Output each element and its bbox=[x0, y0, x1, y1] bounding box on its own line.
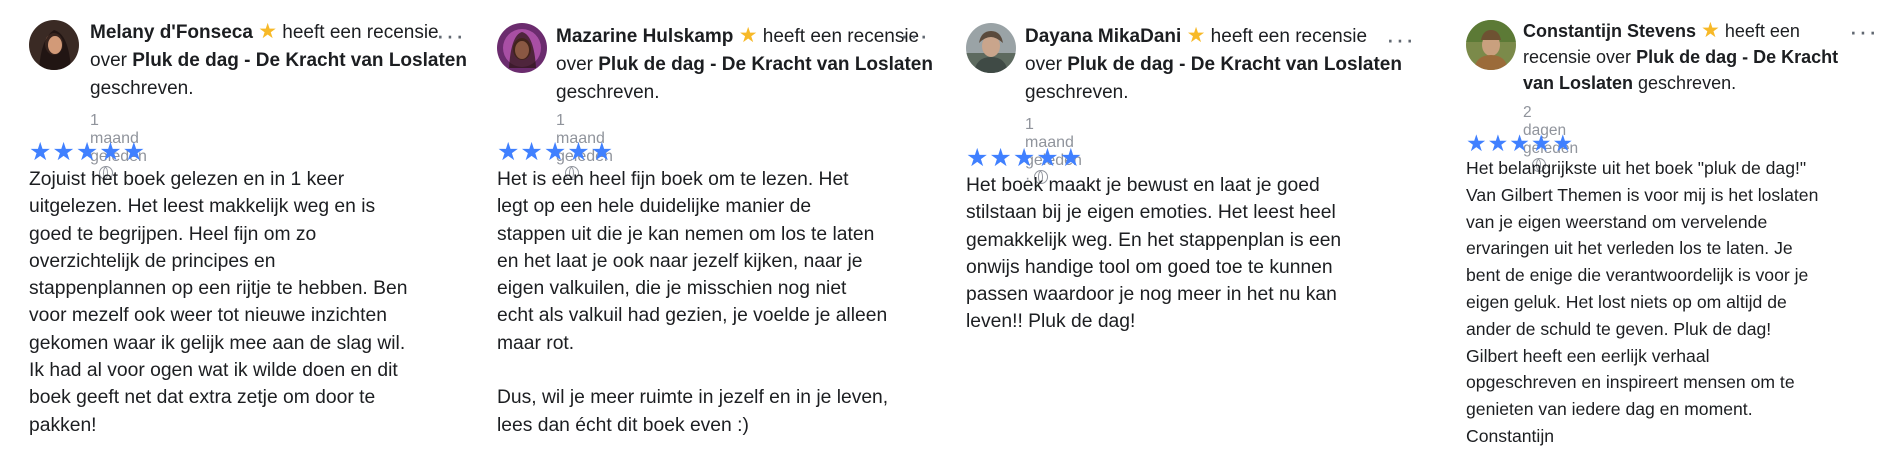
rating-stars: ★★★★★ bbox=[966, 144, 1084, 172]
more-options-button[interactable]: ··· bbox=[436, 22, 465, 48]
reviewer-name[interactable]: Melany d'Fonseca bbox=[90, 22, 253, 43]
review-text: Zojuist het boek gelezen en in 1 keer ui… bbox=[29, 169, 408, 436]
review-header: Dayana MikaDani ★ heeft een recensie ove… bbox=[1025, 24, 1402, 103]
more-options-button[interactable]: ··· bbox=[1386, 26, 1415, 52]
book-link[interactable]: Pluk de dag - De Kracht van Loslaten bbox=[132, 50, 467, 71]
review-header: Mazarine Hulskamp ★ heeft een recensie o… bbox=[556, 24, 933, 103]
star-badge-icon: ★ bbox=[738, 24, 758, 47]
reviewer-name[interactable]: Constantijn Stevens bbox=[1523, 21, 1696, 41]
review-header: Melany d'Fonseca ★ heeft een recensie ov… bbox=[90, 20, 467, 99]
more-options-button[interactable]: ··· bbox=[900, 22, 929, 48]
reviewer-name[interactable]: Dayana MikaDani bbox=[1025, 26, 1181, 47]
book-link[interactable]: Pluk de dag - De Kracht van Loslaten bbox=[1067, 54, 1402, 75]
review-header: Constantijn Stevens ★ heeft een recensie… bbox=[1523, 19, 1839, 93]
reviewer-name[interactable]: Mazarine Hulskamp bbox=[556, 26, 733, 47]
review-text: Het is een heel fijn boek om te lezen. H… bbox=[497, 169, 889, 436]
avatar[interactable] bbox=[497, 23, 547, 73]
rating-stars: ★★★★★ bbox=[29, 138, 147, 166]
rating-stars: ★★★★★ bbox=[1466, 130, 1575, 156]
book-link[interactable]: Pluk de dag - De Kracht van Loslaten bbox=[598, 54, 933, 75]
star-badge-icon: ★ bbox=[1701, 19, 1720, 42]
star-badge-icon: ★ bbox=[1186, 24, 1206, 47]
review-text: Het boek maakt je bewust en laat je goed… bbox=[966, 175, 1342, 333]
avatar[interactable] bbox=[1466, 20, 1516, 70]
review-text: Het belangrijkste uit het boek "pluk de … bbox=[1466, 158, 1819, 446]
star-badge-icon: ★ bbox=[258, 20, 278, 43]
avatar[interactable] bbox=[29, 20, 79, 70]
avatar[interactable] bbox=[966, 23, 1016, 73]
more-options-button[interactable]: ··· bbox=[1849, 18, 1878, 44]
rating-stars: ★★★★★ bbox=[497, 138, 615, 166]
